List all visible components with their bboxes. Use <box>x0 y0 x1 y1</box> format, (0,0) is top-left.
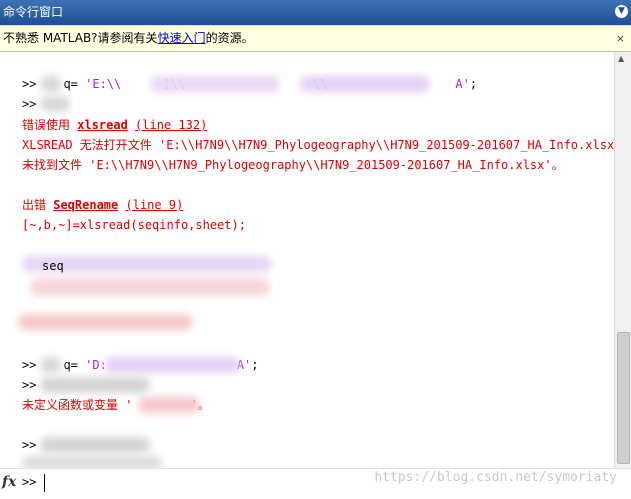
error-function-link[interactable]: xlsread <box>77 118 128 132</box>
watermark-text: https://blog.csdn.net/symoriaty <box>374 470 617 485</box>
command-string-start: 'D: <box>85 358 107 372</box>
window-actions-chevron-icon[interactable]: ▼ <box>615 5 628 18</box>
command-window-titlebar: 命令行窗口 ▼ <box>0 0 631 25</box>
error-prefix: 出错 <box>22 198 54 212</box>
error-line-5: [~,b,~]=xlsread(seqinfo,sheet); <box>22 218 246 232</box>
text-cursor <box>44 474 45 492</box>
command-history-output[interactable]: >>q= 'E:\\)\\\\A'; >> 错误使用 xlsread (line… <box>0 52 615 468</box>
infobar-text-after: 的资源。 <box>205 31 254 45</box>
command-prompt: >> <box>22 475 37 489</box>
command-line-5: >> <box>22 436 36 454</box>
redacted-blur <box>105 357 240 373</box>
error-line-2: XLSREAD 无法打开文件 'E:\\H7N9\\H7N9_Phylogeog… <box>22 138 615 152</box>
redacted-blur <box>40 76 62 92</box>
command-string-end: A' <box>455 77 470 91</box>
redacted-blur <box>40 96 70 112</box>
prompt-symbol: >> <box>22 97 37 111</box>
redacted-blur <box>30 278 270 296</box>
prompt-symbol: >> <box>22 358 37 372</box>
redacted-blur <box>40 377 150 393</box>
prompt-symbol: >> <box>22 77 37 91</box>
redacted-blur <box>300 76 430 92</box>
redacted-blur <box>150 76 280 92</box>
command-string-start: 'E:\\ <box>85 77 122 91</box>
redacted-blur <box>138 397 200 413</box>
scrollbar-thumb[interactable] <box>617 332 630 464</box>
function-browser-fx-icon[interactable]: fx <box>2 474 16 490</box>
redacted-blur <box>18 314 193 330</box>
infobar-text-before: 不熟悉 MATLAB?请参阅有关 <box>3 31 158 45</box>
command-line-2: >> <box>22 95 36 113</box>
error-prefix: 错误使用 <box>22 118 78 132</box>
redacted-blur <box>40 437 150 453</box>
partial-text: seq <box>42 259 64 273</box>
error-function-link[interactable]: SeqRename <box>53 198 118 212</box>
command-variable: q= <box>63 77 86 91</box>
window-title: 命令行窗口 <box>3 5 64 19</box>
error-line-link[interactable]: (line 132) <box>135 118 207 132</box>
command-variable: q= <box>63 358 86 372</box>
redacted-blur <box>40 357 62 373</box>
prompt-symbol: >> <box>22 378 37 392</box>
vertical-scrollbar[interactable]: ▲ <box>614 52 631 470</box>
getting-started-link[interactable]: 快速入门 <box>158 31 206 45</box>
error-line-3: 未找到文件 'E:\\H7N9\\H7N9_Phylogeography\\H7… <box>22 158 564 172</box>
getting-started-infobar: 不熟悉 MATLAB?请参阅有关快速入门的资源。 × <box>0 25 631 52</box>
infobar-close-icon[interactable]: × <box>616 26 625 51</box>
prompt-symbol: >> <box>22 438 37 452</box>
command-semicolon: ; <box>251 358 259 372</box>
scroll-up-arrow-icon[interactable]: ▲ <box>618 54 624 63</box>
error-prefix: 未定义函数或变量 ' <box>22 398 133 412</box>
error-line-link[interactable]: (line 9) <box>126 198 184 212</box>
command-line-4: >> <box>22 376 36 394</box>
error-line-1: 错误使用 xlsread (line 132) <box>22 116 207 134</box>
command-semicolon: ; <box>469 77 478 91</box>
redacted-blur <box>22 456 162 468</box>
error-line-4: 出错 SeqRename (line 9) <box>22 196 183 214</box>
